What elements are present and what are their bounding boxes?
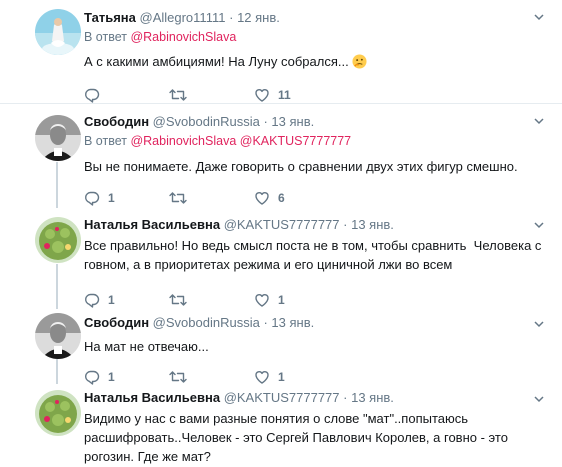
divider [0, 103, 562, 104]
like-button[interactable]: 1 [254, 369, 339, 385]
retweet-icon [169, 294, 187, 306]
tweet-text: Все правильно! Но ведь смысл поста не в … [84, 236, 552, 274]
retweet-button[interactable] [169, 292, 254, 308]
like-count: 6 [278, 191, 285, 205]
avatar[interactable] [35, 390, 81, 436]
author-name[interactable]: Татьяна [84, 10, 136, 25]
retweet-icon [169, 192, 187, 204]
reply-icon [85, 191, 100, 206]
author-name[interactable]: Свободин [84, 315, 149, 330]
chevron-down-icon[interactable] [534, 319, 544, 329]
heart-icon [255, 89, 269, 102]
heart-icon [255, 371, 269, 384]
like-count: 11 [278, 88, 291, 102]
reply-to-line: В ответ @RabinovichSlava [84, 30, 552, 45]
like-count: 1 [278, 293, 285, 307]
chevron-down-icon[interactable] [534, 220, 544, 230]
like-button[interactable]: 6 [254, 190, 339, 206]
reply-count: 1 [108, 293, 115, 307]
tweet-text-line: Все правильно! Но ведь смысл поста не в … [84, 238, 542, 253]
reply-prefix: В ответ [84, 30, 127, 44]
tweet-actions: 1 6 [84, 190, 552, 206]
reply-icon [85, 370, 100, 385]
mention-link[interactable]: @KAKTUS7777777 [240, 134, 351, 148]
retweet-icon [169, 89, 187, 101]
reply-count: 1 [108, 191, 115, 205]
reply-prefix: В ответ [84, 134, 127, 148]
separator-dot: · [343, 390, 348, 405]
tweet-text-body: А с какими амбициями! На Луну собрался..… [84, 54, 349, 69]
reply-button[interactable]: 1 [84, 369, 169, 385]
chevron-down-icon[interactable] [534, 116, 544, 126]
tweet-actions: 1 1 [84, 292, 552, 308]
separator-dot: · [229, 10, 234, 25]
author-name[interactable]: Наталья Васильевна [84, 390, 220, 405]
thread-line [56, 264, 58, 309]
avatar[interactable] [35, 115, 81, 161]
reply-button[interactable]: 1 [84, 190, 169, 206]
author-handle[interactable]: @KAKTUS7777777 [224, 217, 340, 232]
tweet-date[interactable]: 12 янв. [237, 10, 280, 25]
tweet-date[interactable]: 13 янв. [351, 390, 394, 405]
chevron-down-icon[interactable] [534, 394, 544, 404]
like-button[interactable]: 11 [254, 87, 339, 103]
tweet-text: Вы не понимаете. Даже говорить о сравнен… [84, 159, 518, 174]
author-handle[interactable]: @SvobodinRussia [153, 315, 260, 330]
tweet-text-line: Видимо у нас с вами разные понятия о сло… [84, 411, 469, 426]
thread-line [56, 356, 58, 384]
reply-button[interactable] [84, 87, 169, 103]
tweet-actions: 1 1 [84, 369, 552, 385]
mention-link[interactable]: @RabinovichSlava [130, 30, 236, 44]
avatar[interactable] [35, 313, 81, 359]
thread-line [56, 162, 58, 208]
retweet-button[interactable] [169, 87, 254, 103]
tweet-text-line: говном, а в приоритетах режима и его цин… [84, 257, 453, 272]
separator-dot: · [263, 315, 268, 330]
author-name[interactable]: Наталья Васильевна [84, 217, 220, 232]
tweet-text: На мат не отвечаю... [84, 339, 209, 354]
tweet-date[interactable]: 13 янв. [271, 315, 314, 330]
thinking-face-icon [352, 54, 367, 74]
reply-button[interactable]: 1 [84, 292, 169, 308]
reply-to-line: В ответ @RabinovichSlava @KAKTUS7777777 [84, 134, 552, 149]
mention-link[interactable]: @RabinovichSlava [130, 134, 236, 148]
tweet-text-line: расшифровать..Человек - это Сергей Павло… [84, 430, 508, 445]
tweet-text: А с какими амбициями! На Луну собрался..… [84, 52, 552, 74]
tweet-text: Видимо у нас с вами разные понятия о сло… [84, 409, 552, 466]
heart-icon [255, 192, 269, 205]
separator-dot: · [343, 217, 348, 232]
separator-dot: · [263, 114, 268, 129]
tweet-date[interactable]: 13 янв. [271, 114, 314, 129]
author-handle[interactable]: @Allegro11111 [140, 10, 226, 25]
retweet-icon [169, 371, 187, 383]
reply-icon [85, 88, 100, 103]
reply-count: 1 [108, 370, 115, 384]
tweet-date[interactable]: 13 янв. [351, 217, 394, 232]
reply-icon [85, 293, 100, 308]
heart-icon [255, 294, 269, 307]
like-button[interactable]: 1 [254, 292, 339, 308]
chevron-down-icon[interactable] [534, 12, 544, 22]
author-handle[interactable]: @KAKTUS7777777 [224, 390, 340, 405]
avatar[interactable] [35, 9, 81, 55]
retweet-button[interactable] [169, 190, 254, 206]
retweet-button[interactable] [169, 369, 254, 385]
author-handle[interactable]: @SvobodinRussia [153, 114, 260, 129]
like-count: 1 [278, 370, 285, 384]
tweet-actions: 11 [84, 87, 552, 103]
tweet-text-line: рогозин. Где же мат? [84, 449, 211, 464]
author-name[interactable]: Свободин [84, 114, 149, 129]
avatar[interactable] [35, 217, 81, 263]
